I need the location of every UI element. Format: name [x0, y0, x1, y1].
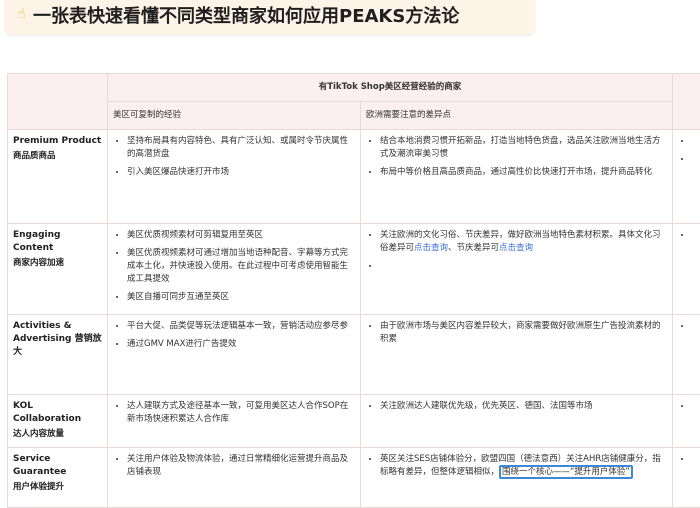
table-row: Premium Product商品质商品 坚持布局具有内容特色、具有广泛认知、或… — [8, 130, 700, 224]
cut-off-cell — [673, 130, 700, 224]
group-header: 有TikTok Shop美区经营经验的商家 — [108, 74, 673, 102]
eu-cell: 英区关注SES店铺体验分，欧盟四国（德法意西）关注AHR店铺健康分，指标略有差异… — [361, 448, 673, 508]
festival-link[interactable]: 点击查询 — [499, 243, 533, 253]
corner-cell — [8, 74, 108, 130]
pointing-hand-icon: ☝ — [17, 6, 26, 22]
table-row: Engaging Content商家内容加速 美区优质视频素材可剪辑复用至英区美… — [8, 224, 700, 315]
title-banner: ☝ 一张表快速看懂不同类型商家如何应用PEAKS方法论 — [5, 0, 535, 35]
us-cell: 达人建联方式及途径基本一致，可复用美区达人合作SOP在新市场快速积累达人合作库 — [108, 395, 361, 448]
cut-off-header — [673, 74, 700, 130]
us-cell: 美区优质视频素材可剪辑复用至英区美区优质视频素材可通过增加当地语种配音、字幕等方… — [108, 224, 361, 315]
us-cell: 平台大促、品类促等玩法逻辑基本一致，营销活动应参尽参通过GMV MAX进行广告提… — [108, 315, 361, 395]
eu-cell: 由于欧洲市场与美区内容差异较大，商家需要做好欧洲原生广告投流素材的积累 — [361, 315, 673, 395]
table-row: Service Guarantee用户体验提升 关注用户体验及物流体验，通过日常… — [8, 448, 700, 508]
table-row: Activities & Advertising 营销放大 平台大促、品类促等玩… — [8, 315, 700, 395]
culture-link[interactable]: 点击查询 — [414, 243, 448, 253]
row-header: Premium Product商品质商品 — [8, 130, 108, 224]
eu-cell: 关注欧洲的文化习俗、节庆差异，做好欧洲当地特色素材积累。具体文化习俗差异可点击查… — [361, 224, 673, 315]
row-header: Activities & Advertising 营销放大 — [8, 315, 108, 395]
row-header: KOL Collaboration达人内容放量 — [8, 395, 108, 448]
eu-cell: 结合本地消费习惯开拓新品，打造当地特色货盘，选品关注欧洲当地生活方式及潮流审美习… — [361, 130, 673, 224]
cut-off-cell — [673, 395, 700, 448]
cut-off-cell — [673, 224, 700, 315]
us-cell: 坚持布局具有内容特色、具有广泛认知、或属时令节庆属性的高潜货盘引入美区爆品快速打… — [108, 130, 361, 224]
col-header-us: 美区可复制的经验 — [108, 102, 361, 130]
us-cell: 关注用户体验及物流体验，通过日常精细化运营提升商品及店铺表现 — [108, 448, 361, 508]
peaks-table: 有TikTok Shop美区经营经验的商家 美区可复制的经验 欧洲需要注意的差异… — [7, 73, 700, 508]
highlight-box: 围绕一个核心——“提升用户体验” — [499, 465, 633, 479]
table-row: KOL Collaboration达人内容放量 达人建联方式及途径基本一致，可复… — [8, 395, 700, 448]
col-header-eu: 欧洲需要注意的差异点 — [361, 102, 673, 130]
page-title: 一张表快速看懂不同类型商家如何应用PEAKS方法论 — [33, 2, 459, 28]
cut-off-cell — [673, 448, 700, 508]
row-header: Service Guarantee用户体验提升 — [8, 448, 108, 508]
row-header: Engaging Content商家内容加速 — [8, 224, 108, 315]
cut-off-cell — [673, 315, 700, 395]
eu-cell: 关注欧洲达人建联优先级，优先英区、德国、法国等市场 — [361, 395, 673, 448]
